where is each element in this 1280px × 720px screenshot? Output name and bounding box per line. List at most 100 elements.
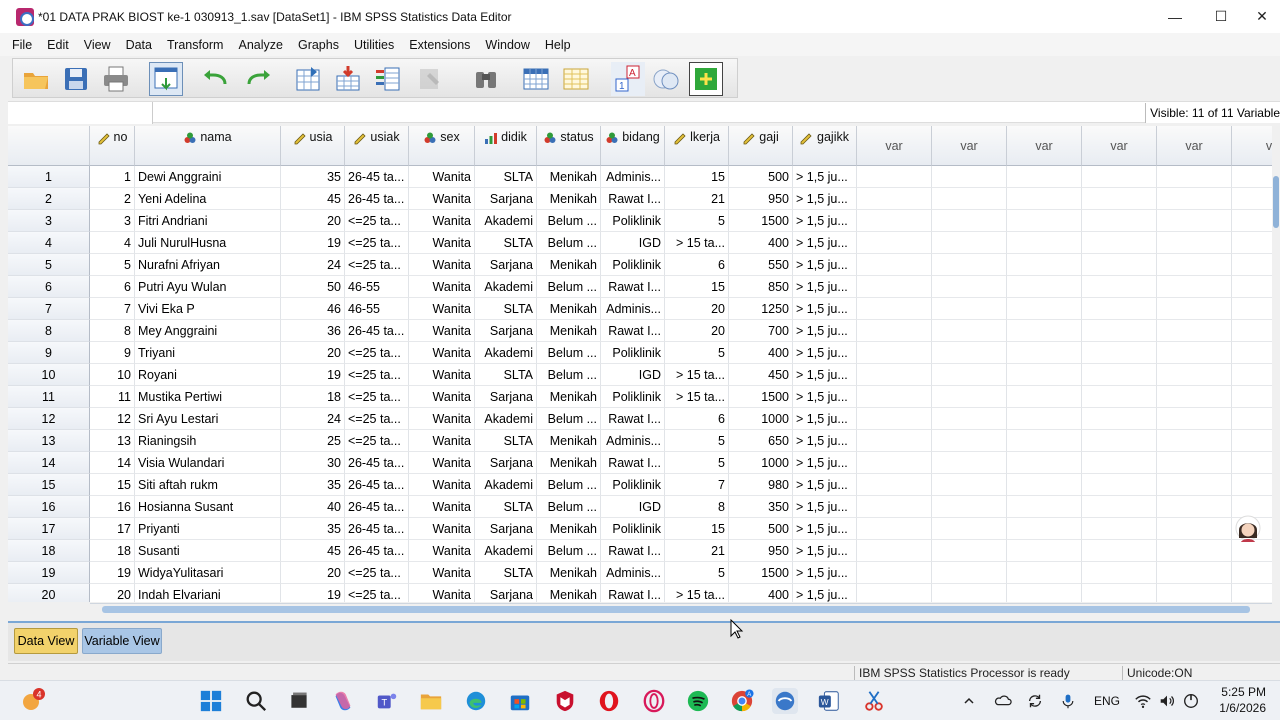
cell-empty[interactable] bbox=[1157, 408, 1232, 430]
cell-no[interactable]: 5 bbox=[90, 254, 135, 276]
cell-sex[interactable]: Wanita bbox=[409, 298, 475, 320]
sync-icon[interactable] bbox=[1026, 681, 1044, 720]
cell-lkerja[interactable]: 8 bbox=[665, 496, 729, 518]
cell-gajikk[interactable]: > 1,5 ju... bbox=[793, 188, 857, 210]
row-header[interactable]: 8 bbox=[8, 320, 90, 342]
store-icon[interactable] bbox=[507, 688, 533, 714]
cell-didik[interactable]: SLTA bbox=[475, 298, 537, 320]
cell-sex[interactable]: Wanita bbox=[409, 188, 475, 210]
cell-empty[interactable] bbox=[1082, 474, 1157, 496]
cell-usia[interactable]: 19 bbox=[281, 232, 345, 254]
cell-empty[interactable] bbox=[1082, 364, 1157, 386]
cell-usiak[interactable]: 26-45 ta... bbox=[345, 188, 409, 210]
cell-empty[interactable] bbox=[1007, 210, 1082, 232]
cell-empty[interactable] bbox=[932, 210, 1007, 232]
cell-gaji[interactable]: 450 bbox=[729, 364, 793, 386]
cell-empty[interactable] bbox=[1007, 474, 1082, 496]
column-header-empty-var[interactable]: var bbox=[1007, 126, 1082, 166]
cell-empty[interactable] bbox=[932, 254, 1007, 276]
cell-empty[interactable] bbox=[1007, 320, 1082, 342]
cell-lkerja[interactable]: 6 bbox=[665, 408, 729, 430]
cell-empty[interactable] bbox=[1082, 166, 1157, 188]
row-header[interactable]: 6 bbox=[8, 276, 90, 298]
cell-didik[interactable]: Sarjana bbox=[475, 452, 537, 474]
cell-no[interactable]: 11 bbox=[90, 386, 135, 408]
cell-usia[interactable]: 24 bbox=[281, 408, 345, 430]
cell-empty[interactable] bbox=[1082, 584, 1157, 602]
cell-gajikk[interactable]: > 1,5 ju... bbox=[793, 342, 857, 364]
menu-extensions[interactable]: Extensions bbox=[403, 38, 476, 52]
row-header[interactable]: 17 bbox=[8, 518, 90, 540]
cell-usiak[interactable]: 26-45 ta... bbox=[345, 166, 409, 188]
cell-empty[interactable] bbox=[857, 540, 932, 562]
cell-usia[interactable]: 25 bbox=[281, 430, 345, 452]
cell-gajikk[interactable]: > 1,5 ju... bbox=[793, 166, 857, 188]
cell-empty[interactable] bbox=[1232, 386, 1272, 408]
menu-utilities[interactable]: Utilities bbox=[348, 38, 400, 52]
cell-lkerja[interactable]: 21 bbox=[665, 188, 729, 210]
row-header[interactable]: 14 bbox=[8, 452, 90, 474]
cell-gaji[interactable]: 400 bbox=[729, 232, 793, 254]
cell-no[interactable]: 20 bbox=[90, 584, 135, 602]
cell-no[interactable]: 8 bbox=[90, 320, 135, 342]
cell-empty[interactable] bbox=[1157, 342, 1232, 364]
cell-empty[interactable] bbox=[1082, 188, 1157, 210]
cell-status[interactable]: Menikah bbox=[537, 254, 601, 276]
cell-empty[interactable] bbox=[1082, 298, 1157, 320]
horizontal-scrollbar[interactable] bbox=[90, 603, 1272, 615]
cell-didik[interactable]: SLTA bbox=[475, 562, 537, 584]
cell-didik[interactable]: Akademi bbox=[475, 210, 537, 232]
edge-icon[interactable] bbox=[463, 688, 489, 714]
cell-gajikk[interactable]: > 1,5 ju... bbox=[793, 210, 857, 232]
cell-bidang[interactable]: Adminis... bbox=[601, 166, 665, 188]
cell-empty[interactable] bbox=[1232, 430, 1272, 452]
row-header[interactable]: 12 bbox=[8, 408, 90, 430]
cell-didik[interactable]: SLTA bbox=[475, 496, 537, 518]
cell-usia[interactable]: 50 bbox=[281, 276, 345, 298]
cell-nama[interactable]: Nurafni Afriyan bbox=[135, 254, 281, 276]
wifi-icon[interactable] bbox=[1134, 681, 1152, 720]
cell-nama[interactable]: Royani bbox=[135, 364, 281, 386]
cell-empty[interactable] bbox=[857, 408, 932, 430]
cell-empty[interactable] bbox=[857, 386, 932, 408]
microphone-icon[interactable] bbox=[1060, 681, 1076, 720]
cell-usia[interactable]: 40 bbox=[281, 496, 345, 518]
column-header-sex[interactable]: sex bbox=[409, 126, 475, 166]
cell-usia[interactable]: 45 bbox=[281, 540, 345, 562]
cell-empty[interactable] bbox=[932, 540, 1007, 562]
cell-bidang[interactable]: Poliklinik bbox=[601, 386, 665, 408]
menu-help[interactable]: Help bbox=[539, 38, 577, 52]
cell-nama[interactable]: Juli NurulHusna bbox=[135, 232, 281, 254]
cell-usia[interactable]: 46 bbox=[281, 298, 345, 320]
onedrive-icon[interactable] bbox=[994, 681, 1012, 720]
cell-empty[interactable] bbox=[1157, 474, 1232, 496]
cell-empty[interactable] bbox=[1082, 320, 1157, 342]
spotify-icon[interactable] bbox=[685, 688, 711, 714]
menu-analyze[interactable]: Analyze bbox=[232, 38, 288, 52]
column-header-empty-var[interactable]: var bbox=[1082, 126, 1157, 166]
cell-nama[interactable]: Yeni Adelina bbox=[135, 188, 281, 210]
cell-empty[interactable] bbox=[857, 474, 932, 496]
cell-empty[interactable] bbox=[857, 584, 932, 602]
cell-usia[interactable]: 35 bbox=[281, 518, 345, 540]
cell-lkerja[interactable]: 15 bbox=[665, 518, 729, 540]
cell-gajikk[interactable]: > 1,5 ju... bbox=[793, 364, 857, 386]
cell-gaji[interactable]: 980 bbox=[729, 474, 793, 496]
row-header[interactable]: 2 bbox=[8, 188, 90, 210]
cell-gaji[interactable]: 1500 bbox=[729, 210, 793, 232]
cell-lkerja[interactable]: 15 bbox=[665, 276, 729, 298]
cell-nama[interactable]: Putri Ayu Wulan bbox=[135, 276, 281, 298]
cell-usiak[interactable]: <=25 ta... bbox=[345, 386, 409, 408]
cell-empty[interactable] bbox=[1157, 232, 1232, 254]
cell-status[interactable]: Menikah bbox=[537, 562, 601, 584]
recall-dialog-icon[interactable] bbox=[149, 62, 183, 96]
cell-no[interactable]: 13 bbox=[90, 430, 135, 452]
cell-bidang[interactable]: IGD bbox=[601, 364, 665, 386]
cell-no[interactable]: 15 bbox=[90, 474, 135, 496]
cell-no[interactable]: 10 bbox=[90, 364, 135, 386]
cell-gaji[interactable]: 1500 bbox=[729, 562, 793, 584]
cell-nama[interactable]: WidyaYulitasari bbox=[135, 562, 281, 584]
cell-empty[interactable] bbox=[1007, 408, 1082, 430]
cell-usiak[interactable]: <=25 ta... bbox=[345, 254, 409, 276]
cell-empty[interactable] bbox=[1232, 210, 1272, 232]
